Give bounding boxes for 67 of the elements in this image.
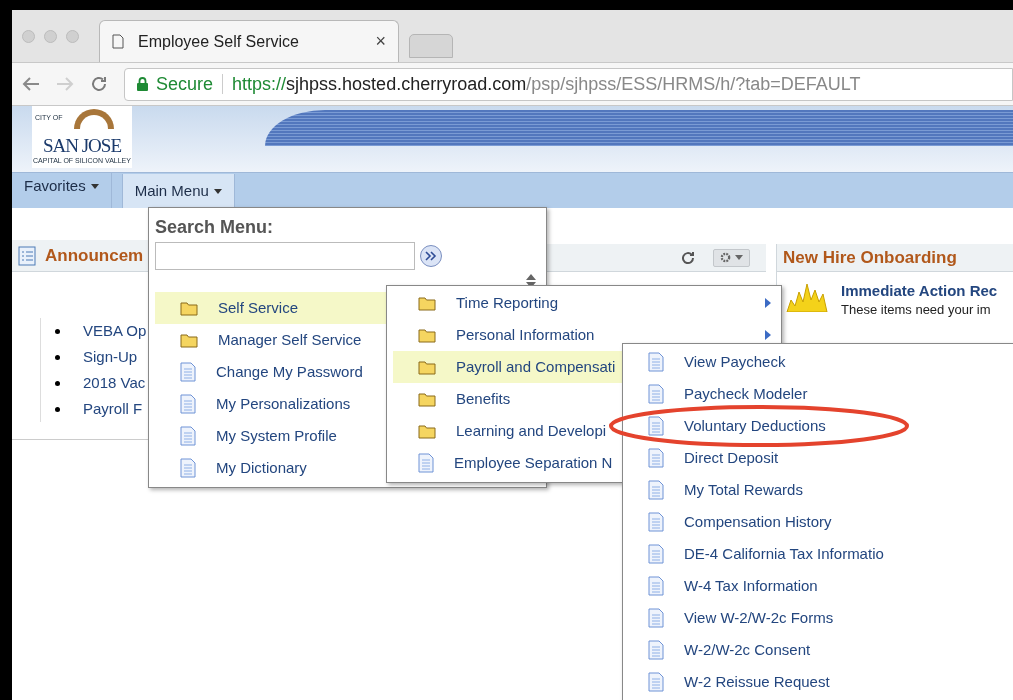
document-icon — [648, 448, 664, 468]
page-icon — [112, 34, 124, 49]
menu-item[interactable]: DE-4 California Tax Informatio — [623, 538, 1013, 570]
folder-icon — [418, 359, 436, 375]
security-label: Secure — [156, 72, 214, 96]
document-icon — [648, 608, 664, 628]
checklist-icon — [17, 245, 37, 266]
folder-icon — [180, 332, 198, 348]
document-icon — [648, 672, 664, 692]
lock-icon — [137, 77, 148, 91]
bullet-icon — [55, 354, 60, 360]
alert-heading[interactable]: Immediate Action Rec — [841, 282, 998, 300]
search-menu-label: Search Menu: — [155, 216, 274, 239]
double-chevron-icon — [425, 251, 437, 261]
back-arrow-icon[interactable] — [22, 76, 40, 92]
announcement-link[interactable]: Payroll F — [83, 397, 143, 421]
settings-dropdown[interactable] — [713, 248, 750, 267]
nav-menu-button[interactable]: Main Menu — [121, 174, 235, 208]
folder-icon — [418, 327, 436, 343]
sort-arrows-icon[interactable] — [526, 274, 536, 288]
caret-icon — [735, 255, 743, 260]
menu-item[interactable]: W-2 Reissue Request — [623, 666, 1013, 698]
menu-item[interactable]: View W-2/W-2c Forms — [623, 602, 1013, 634]
address-bar[interactable]: Secure https://sjhpss.hosted.cherryroad.com/psp/sjhpss/ESS/HRMS/h/?tab=DEFAULT — [124, 67, 1013, 101]
pagelet-title: Announcem — [45, 244, 144, 267]
refresh-icon[interactable] — [681, 250, 695, 265]
bullet-icon — [55, 406, 60, 412]
announcement-link[interactable]: VEBA Op — [83, 319, 147, 343]
document-icon — [418, 453, 434, 473]
folder-icon — [418, 295, 436, 311]
bullet-icon — [55, 328, 60, 334]
document-icon — [648, 416, 664, 436]
document-icon — [648, 576, 664, 596]
announcement-link[interactable]: 2018 Vac — [83, 371, 146, 395]
folder-icon — [418, 391, 436, 407]
document-icon — [648, 640, 664, 660]
pagelet-title: New Hire Onboarding — [783, 246, 957, 269]
menu-item[interactable]: My Total Rewards — [623, 474, 1013, 506]
url-text: https://sjhpss.hosted.cherryroad.com/psp/sjhpss/ESS/HRMS/h/?tab=DEFAULT — [232, 72, 861, 96]
document-icon — [180, 426, 196, 446]
document-icon — [648, 480, 664, 500]
document-icon — [180, 394, 196, 414]
caret-icon — [90, 184, 99, 189]
menu-item[interactable]: Voluntary Deductions — [623, 410, 1013, 442]
gear-icon — [720, 252, 731, 263]
menu-item[interactable]: Compensation History — [623, 506, 1013, 538]
reload-icon[interactable] — [90, 75, 108, 93]
document-icon — [180, 362, 196, 382]
folder-icon — [418, 423, 436, 439]
menu-item[interactable]: Direct Deposit — [623, 442, 1013, 474]
document-icon — [648, 352, 664, 372]
document-icon — [648, 512, 664, 532]
browser-tab[interactable]: Employee Self Service × — [99, 20, 399, 62]
document-icon — [648, 384, 664, 404]
search-go-button[interactable] — [420, 245, 442, 267]
alert-text: These items need your im — [841, 301, 992, 319]
document-icon — [648, 544, 664, 564]
tab-close-button[interactable]: × — [375, 28, 386, 55]
nav-menu-button[interactable]: Favorites — [12, 173, 112, 208]
announcement-link[interactable]: Sign-Up — [83, 345, 138, 369]
folder-icon — [180, 300, 198, 316]
search-menu-field[interactable] — [155, 242, 415, 270]
menu-item[interactable]: W-4 Tax Information — [623, 570, 1013, 602]
bullet-icon — [55, 380, 60, 386]
document-icon — [180, 458, 196, 478]
menu-item[interactable]: W-2/W-2c Consent — [623, 634, 1013, 666]
caret-icon — [213, 188, 222, 194]
